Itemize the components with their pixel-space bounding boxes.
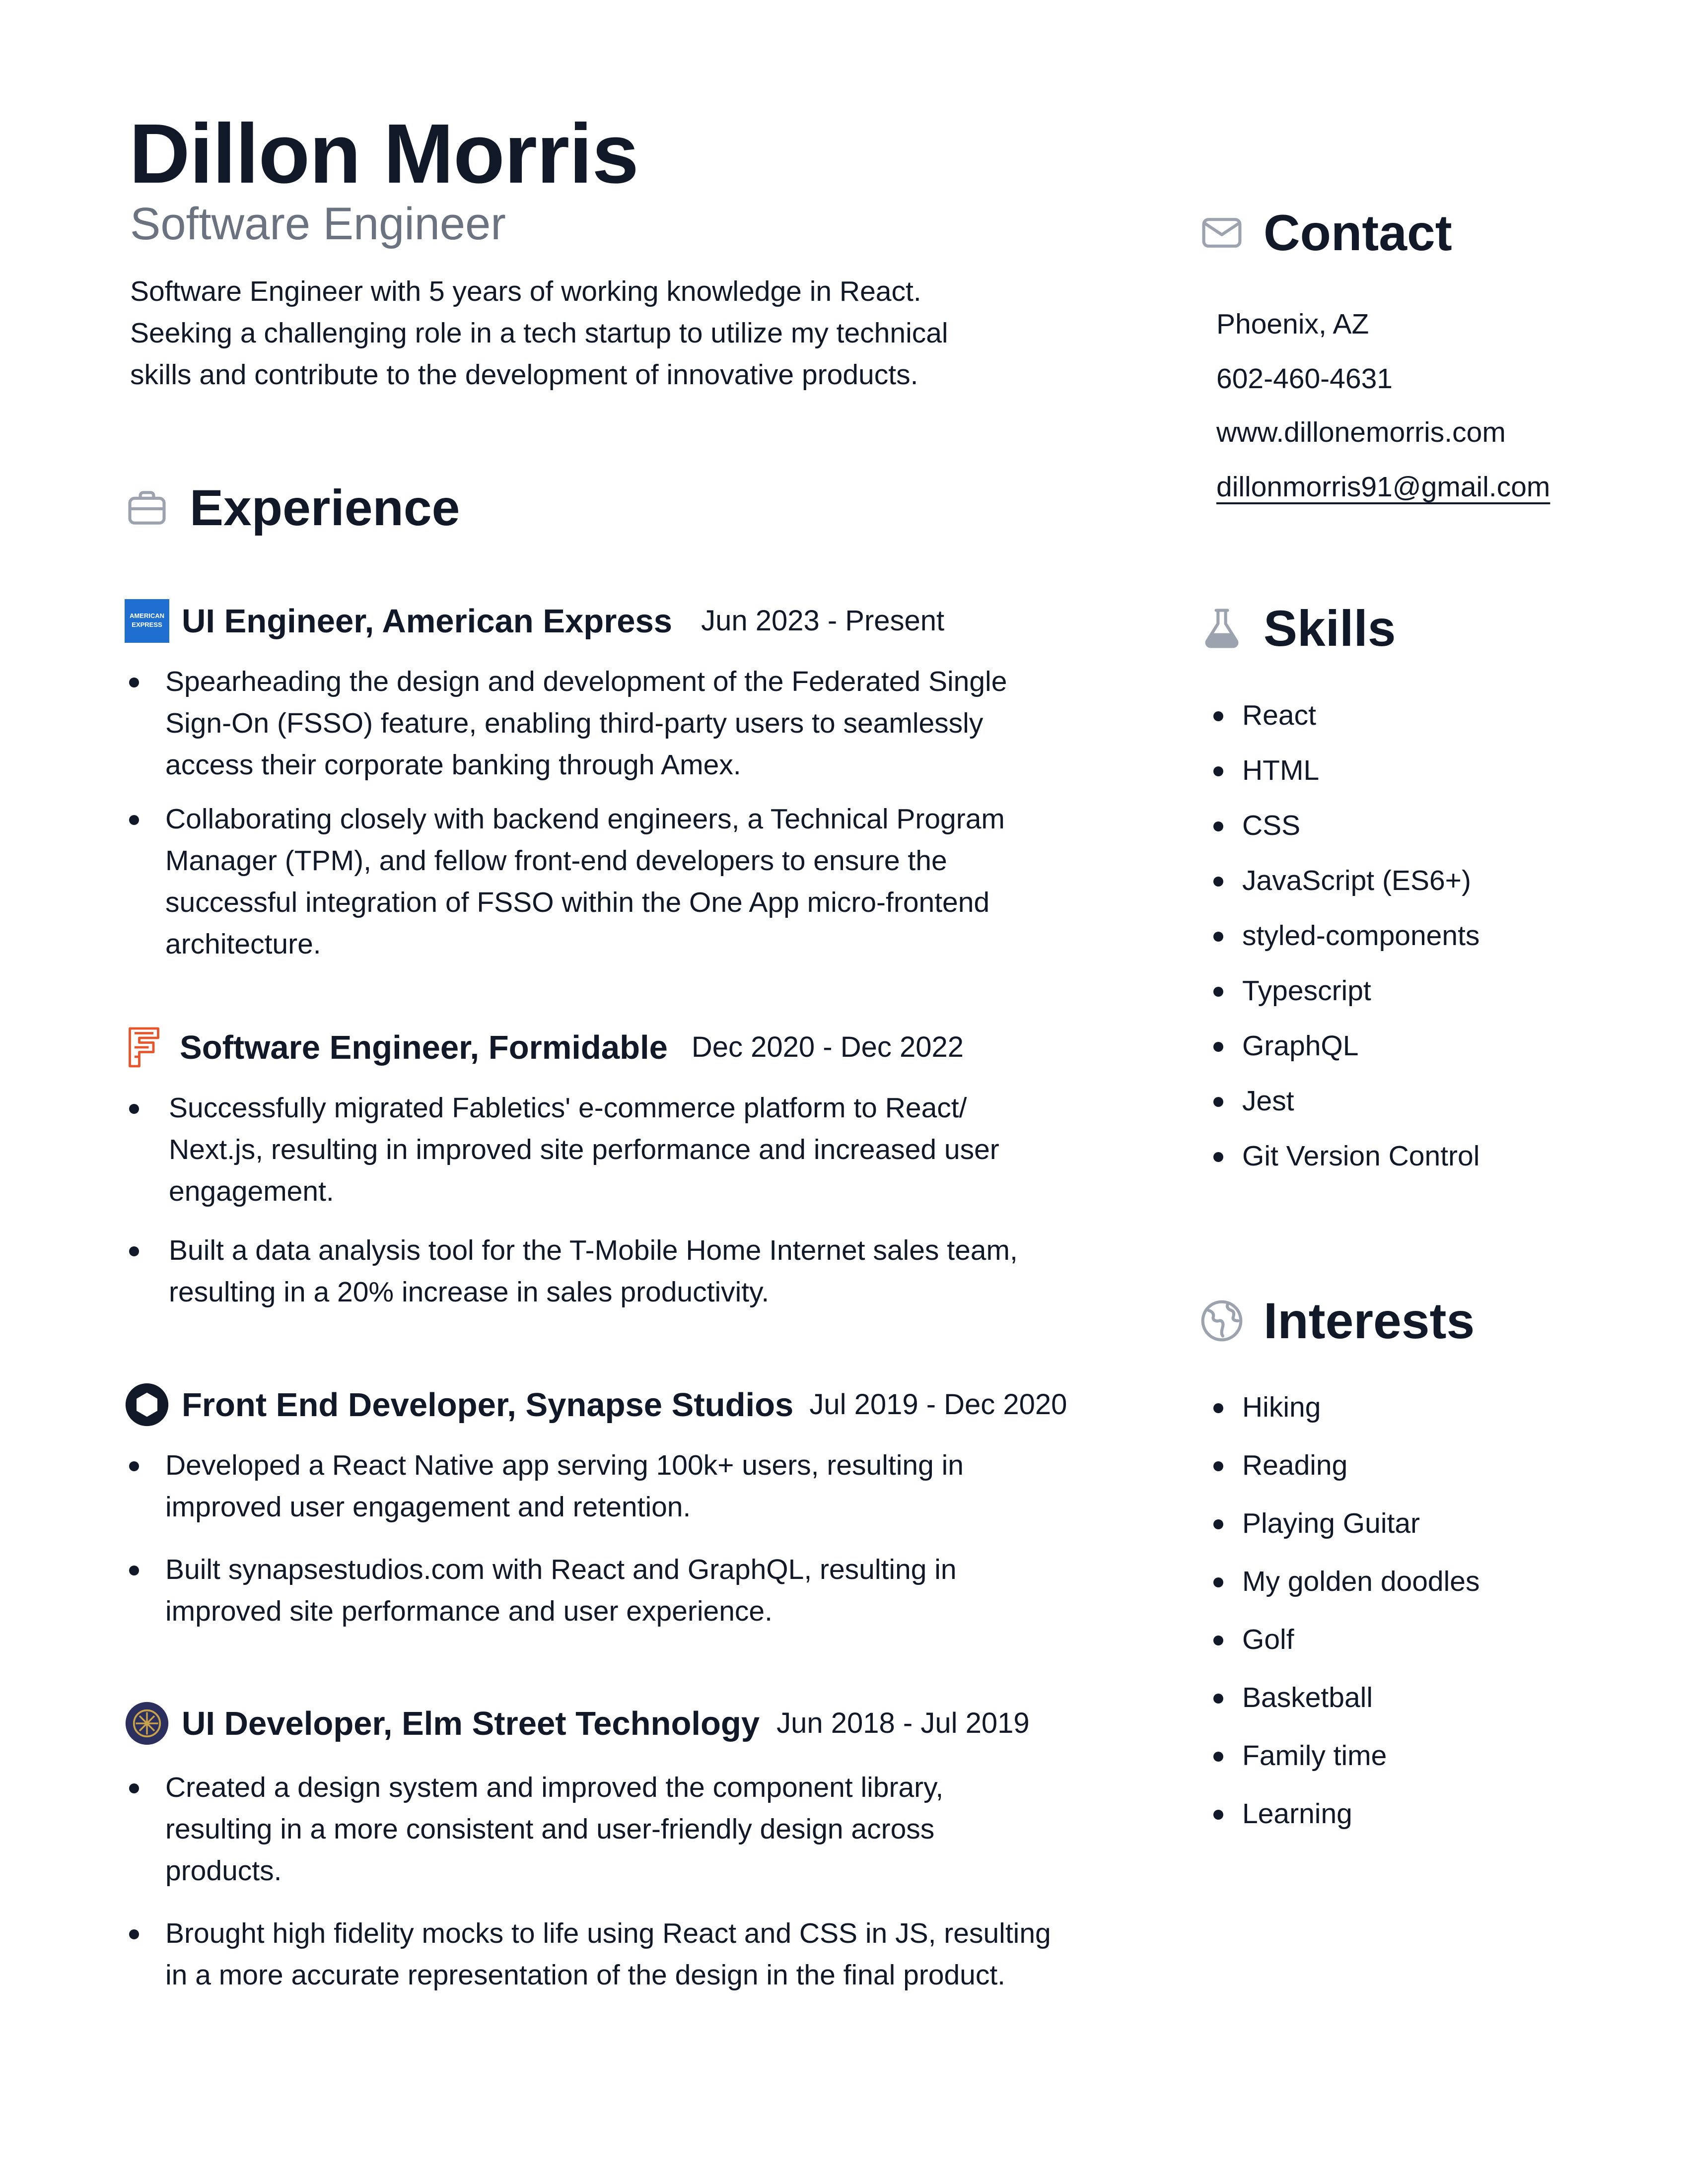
job-title: Front End Developer, Synapse Studios [182, 1386, 794, 1424]
job-bullet: Collaborating closely with backend engin… [124, 798, 1117, 965]
bullet-line: Created a design system and improved the… [165, 1772, 944, 1803]
svg-text:AMERICAN: AMERICAN [130, 612, 164, 619]
skills-title: Skills [1264, 600, 1396, 657]
skill-item: Git Version Control [1211, 1142, 1479, 1170]
bullet-line: successful integration of FSSO within th… [165, 887, 990, 918]
bullet-line: resulting in a 20% increase in sales pro… [169, 1276, 770, 1308]
interest-item: Basketball [1211, 1684, 1480, 1712]
job-dates: Jul 2019 - Dec 2020 [809, 1388, 1067, 1421]
bullet-line: Collaborating closely with backend engin… [165, 803, 1005, 835]
envelope-icon [1202, 218, 1242, 248]
job-bullet: Successfully migrated Fabletics' e-comme… [124, 1087, 1117, 1212]
bullet-line: Developed a React Native app serving 100… [165, 1449, 964, 1481]
interests-heading: Interests [1199, 1296, 1475, 1346]
job-entry: Software Engineer, Formidable Dec 2020 -… [124, 1020, 1117, 1313]
bullet-line: Successfully migrated Fabletics' e-comme… [169, 1092, 967, 1124]
job-title: UI Engineer, American Express [182, 602, 673, 640]
summary-line: Seeking a challenging role in a tech sta… [130, 317, 948, 349]
globe-icon [1201, 1300, 1243, 1342]
job-dates: Jun 2018 - Jul 2019 [776, 1707, 1030, 1739]
flask-icon [1205, 609, 1239, 648]
bullet-line: Sign-On (FSSO) feature, enabling third-p… [165, 707, 984, 739]
contact-phone[interactable]: 602-460-4631 [1216, 365, 1393, 393]
job-bullet: Spearheading the design and development … [124, 661, 1117, 786]
skills-list: React HTML CSS JavaScript (ES6+) styled-… [1211, 701, 1479, 1170]
briefcase-icon [128, 491, 166, 525]
skill-item: GraphQL [1211, 1032, 1479, 1060]
bullet-line: improved user engagement and retention. [165, 1491, 691, 1523]
interest-item: Golf [1211, 1626, 1480, 1654]
bullet-line: products. [165, 1855, 282, 1887]
bullet-line: Built synapsestudios.com with React and … [165, 1554, 957, 1585]
interest-item: Learning [1211, 1800, 1480, 1828]
skill-item: Jest [1211, 1087, 1479, 1115]
skill-item: Typescript [1211, 977, 1479, 1005]
job-entry: UI Developer, Elm Street Technology Jun … [124, 1696, 1117, 1996]
job-dates: Jun 2023 - Present [701, 605, 945, 637]
skill-item: HTML [1211, 756, 1479, 785]
contact-email[interactable]: dillonmorris91@gmail.com [1216, 473, 1550, 501]
skills-heading: Skills [1199, 603, 1396, 654]
contact-heading: Contact [1199, 207, 1452, 258]
skill-item: React [1211, 701, 1479, 730]
job-bullet: Developed a React Native app serving 100… [124, 1444, 1117, 1528]
interest-item: Playing Guitar [1211, 1509, 1480, 1538]
summary: Software Engineer with 5 years of workin… [130, 271, 1024, 396]
american-express-logo: AMERICAN EXPRESS [124, 598, 170, 644]
elm-street-technology-logo [124, 1701, 170, 1746]
summary-line: skills and contribute to the development… [130, 359, 918, 391]
summary-line: Software Engineer with 5 years of workin… [130, 275, 921, 307]
job-header: AMERICAN EXPRESS UI Engineer, American E… [124, 594, 1117, 648]
job-dates: Dec 2020 - Dec 2022 [691, 1031, 964, 1063]
bullet-line: Built a data analysis tool for the T-Mob… [169, 1234, 1018, 1266]
job-bullet: Created a design system and improved the… [124, 1767, 1117, 1892]
interests-list: Hiking Reading Playing Guitar My golden … [1211, 1393, 1480, 1828]
job-entry: AMERICAN EXPRESS UI Engineer, American E… [124, 594, 1117, 965]
job-header: Software Engineer, Formidable Dec 2020 -… [124, 1020, 1117, 1075]
job-header: UI Developer, Elm Street Technology Jun … [124, 1696, 1117, 1751]
candidate-role: Software Engineer [130, 199, 506, 249]
interests-title: Interests [1264, 1293, 1475, 1349]
skill-item: CSS [1211, 812, 1479, 840]
skill-item: JavaScript (ES6+) [1211, 867, 1479, 895]
interest-item: My golden doodles [1211, 1568, 1480, 1596]
candidate-name: Dillon Morris [129, 107, 639, 201]
skill-item: styled-components [1211, 922, 1479, 950]
interest-item: Family time [1211, 1742, 1480, 1770]
experience-heading: Experience [124, 482, 460, 533]
bullet-line: in a more accurate representation of the… [165, 1959, 1006, 1991]
bullet-line: access their corporate banking through A… [165, 749, 741, 781]
bullet-line: Manager (TPM), and fellow front-end deve… [165, 845, 947, 877]
job-bullet: Built synapsestudios.com with React and … [124, 1549, 1117, 1632]
contact-location: Phoenix, AZ [1216, 308, 1369, 340]
bullet-line: resulting in a more consistent and user-… [165, 1813, 935, 1845]
bullet-line: Spearheading the design and development … [165, 666, 1007, 697]
bullet-line: improved site performance and user exper… [165, 1595, 773, 1627]
job-entry: Front End Developer, Synapse Studios Jul… [124, 1377, 1117, 1632]
bullet-line: Brought high fidelity mocks to life usin… [165, 1917, 1051, 1949]
job-bullet: Built a data analysis tool for the T-Mob… [124, 1229, 1117, 1313]
bullet-line: Next.js, resulting in improved site perf… [169, 1134, 999, 1165]
bullet-line: architecture. [165, 928, 321, 960]
job-header: Front End Developer, Synapse Studios Jul… [124, 1377, 1117, 1432]
formidable-logo [124, 1024, 164, 1070]
experience-title: Experience [190, 479, 460, 536]
svg-text:EXPRESS: EXPRESS [132, 621, 162, 628]
job-title: Software Engineer, Formidable [180, 1028, 668, 1066]
contact-title: Contact [1264, 205, 1452, 261]
bullet-line: engagement. [169, 1175, 334, 1207]
synapse-studios-logo [124, 1382, 170, 1428]
contact-website[interactable]: www.dillonemorris.com [1216, 418, 1506, 447]
interest-item: Hiking [1211, 1393, 1480, 1422]
interest-item: Reading [1211, 1451, 1480, 1480]
job-bullet: Brought high fidelity mocks to life usin… [124, 1912, 1117, 1996]
job-title: UI Developer, Elm Street Technology [182, 1705, 760, 1742]
